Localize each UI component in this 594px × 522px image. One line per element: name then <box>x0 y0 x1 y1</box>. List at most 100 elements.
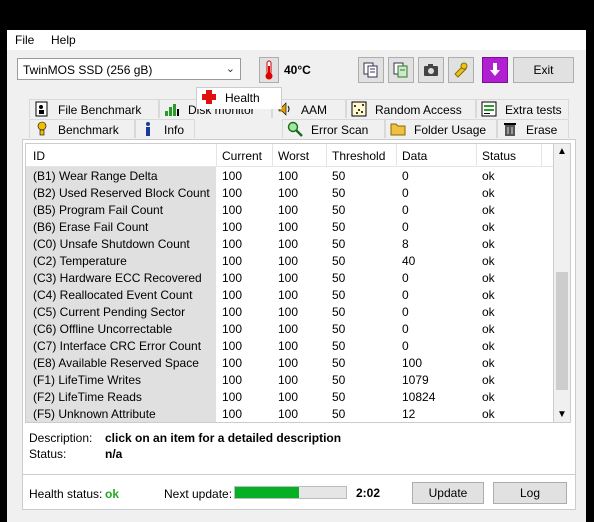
cell-threshold: 50 <box>332 390 346 404</box>
table-row[interactable]: (C4) Reallocated Event Count 100 100 50 0 ok <box>26 286 554 303</box>
tab-label: AAM <box>301 103 328 117</box>
tab-benchmark[interactable]: Benchmark <box>29 119 135 138</box>
table-row[interactable]: (E8) Available Reserved Space 100 100 50 100… <box>26 354 554 371</box>
description-label: Description: <box>29 431 93 445</box>
cell-id: (C3) Hardware ECC Recovered <box>33 271 202 285</box>
cell-current: 100 <box>222 169 243 183</box>
cell-status: ok <box>482 356 495 370</box>
col-worst[interactable]: Worst <box>278 149 309 163</box>
table-row[interactable]: (F1) LifeTime Writes 100 100 50 1079 ok <box>26 371 554 388</box>
status-value: n/a <box>105 447 123 461</box>
tab-label: Erase <box>526 123 558 137</box>
scroll-thumb[interactable] <box>556 272 568 390</box>
cell-worst: 100 <box>278 356 299 370</box>
cell-data: 0 <box>402 271 409 285</box>
tab-health[interactable]: Health <box>196 87 282 109</box>
col-threshold[interactable]: Threshold <box>332 149 385 163</box>
cell-worst: 100 <box>278 407 299 421</box>
menu-help[interactable]: Help <box>51 33 76 47</box>
cell-current: 100 <box>222 407 243 421</box>
cell-threshold: 50 <box>332 356 346 370</box>
cell-id: (B2) Used Reserved Block Count <box>33 186 210 200</box>
copy-text-button[interactable] <box>388 57 414 83</box>
screenshot-button[interactable] <box>418 57 444 83</box>
cell-threshold: 50 <box>332 271 346 285</box>
cell-data: 0 <box>402 288 409 302</box>
update-button[interactable]: Update <box>412 482 484 504</box>
scroll-up-icon[interactable]: ▲ <box>557 146 567 157</box>
cell-status: ok <box>482 271 495 285</box>
cell-data: 40 <box>402 254 416 268</box>
tab-extra-tests[interactable]: Extra tests <box>476 99 569 118</box>
cell-id: (F2) LifeTime Reads <box>33 390 142 404</box>
tab-label: Health <box>225 91 260 105</box>
cell-id: (E8) Available Reserved Space <box>33 356 199 370</box>
table-row[interactable]: (C3) Hardware ECC Recovered 100 100 50 0 ok <box>26 269 554 286</box>
tab-aam[interactable]: AAM <box>272 99 346 118</box>
tab-info[interactable]: Info <box>135 119 195 138</box>
magnifier-icon <box>287 121 303 137</box>
cell-status: ok <box>482 186 495 200</box>
table-row[interactable]: (C2) Temperature 100 100 50 40 ok <box>26 252 554 269</box>
cell-threshold: 50 <box>332 169 346 183</box>
cell-current: 100 <box>222 356 243 370</box>
status-label: Status: <box>29 447 67 461</box>
cell-data: 0 <box>402 339 409 353</box>
tab-folder-usage[interactable]: Folder Usage <box>385 119 497 138</box>
table-scrollbar[interactable]: ▲ ▼ <box>553 143 571 423</box>
tab-erase[interactable]: Erase <box>497 119 569 138</box>
options-button[interactable] <box>448 57 474 83</box>
progress-fill <box>235 487 299 498</box>
cell-current: 100 <box>222 186 243 200</box>
scroll-down-icon[interactable]: ▼ <box>557 409 567 420</box>
cell-current: 100 <box>222 322 243 336</box>
random-access-icon <box>351 101 367 117</box>
cell-status: ok <box>482 339 495 353</box>
cell-data: 0 <box>402 169 409 183</box>
description-value: click on an item for a detailed descript… <box>105 431 342 445</box>
cell-worst: 100 <box>278 237 299 251</box>
cell-id: (B1) Wear Range Delta <box>33 169 158 183</box>
drive-select-value: TwinMOS SSD (256 gB) <box>23 63 153 77</box>
cell-id: (B6) Erase Fail Count <box>33 220 149 234</box>
tab-random-access[interactable]: Random Access <box>346 99 476 118</box>
table-row[interactable]: (C7) Interface CRC Error Count 100 100 50 0 o… <box>26 337 554 354</box>
table-row[interactable]: (B5) Program Fail Count 100 100 50 0 ok <box>26 201 554 218</box>
menu-bar: File Help <box>7 30 586 50</box>
table-row[interactable]: (B1) Wear Range Delta 100 100 50 0 ok <box>26 167 554 184</box>
cell-id: (C2) Temperature <box>33 254 127 268</box>
col-status[interactable]: Status <box>482 149 516 163</box>
table-row[interactable]: (F5) Unknown Attribute 100 100 50 12 ok <box>26 405 554 422</box>
cell-current: 100 <box>222 390 243 404</box>
table-row[interactable]: (C0) Unsafe Shutdown Count 100 100 50 8 ok <box>26 235 554 252</box>
table-row[interactable]: (C6) Offline Uncorrectable 100 100 50 0 ok <box>26 320 554 337</box>
copy-info-button[interactable] <box>358 57 384 83</box>
drive-select[interactable]: TwinMOS SSD (256 gB) ⌄ <box>17 58 241 80</box>
col-id[interactable]: ID <box>33 149 45 163</box>
table-row[interactable]: (C5) Current Pending Sector 100 100 50 0 ok <box>26 303 554 320</box>
cell-data: 100 <box>402 356 423 370</box>
cell-id: (C5) Current Pending Sector <box>33 305 186 319</box>
cell-current: 100 <box>222 254 243 268</box>
folder-icon <box>390 121 406 137</box>
tab-file-benchmark[interactable]: File Benchmark <box>29 99 159 118</box>
cell-threshold: 50 <box>332 407 346 421</box>
menu-file[interactable]: File <box>15 33 34 47</box>
save-download-button[interactable] <box>482 57 508 83</box>
cell-id: (C4) Reallocated Event Count <box>33 288 193 302</box>
log-button[interactable]: Log <box>493 482 567 504</box>
table-row[interactable]: (F2) LifeTime Reads 100 100 50 10824 ok <box>26 388 554 405</box>
extra-tests-icon <box>481 101 497 117</box>
cell-data: 1079 <box>402 373 429 387</box>
table-row[interactable]: (B2) Used Reserved Block Count 100 100 50 0 o… <box>26 184 554 201</box>
exit-button[interactable]: Exit <box>513 57 574 83</box>
cell-status: ok <box>482 373 495 387</box>
cell-threshold: 50 <box>332 186 346 200</box>
cell-worst: 100 <box>278 220 299 234</box>
disk-monitor-icon <box>164 101 180 117</box>
cell-status: ok <box>482 203 495 217</box>
tab-error-scan[interactable]: Error Scan <box>282 119 385 138</box>
col-current[interactable]: Current <box>222 149 262 163</box>
col-data[interactable]: Data <box>402 149 427 163</box>
table-row[interactable]: (B6) Erase Fail Count 100 100 50 0 ok <box>26 218 554 235</box>
